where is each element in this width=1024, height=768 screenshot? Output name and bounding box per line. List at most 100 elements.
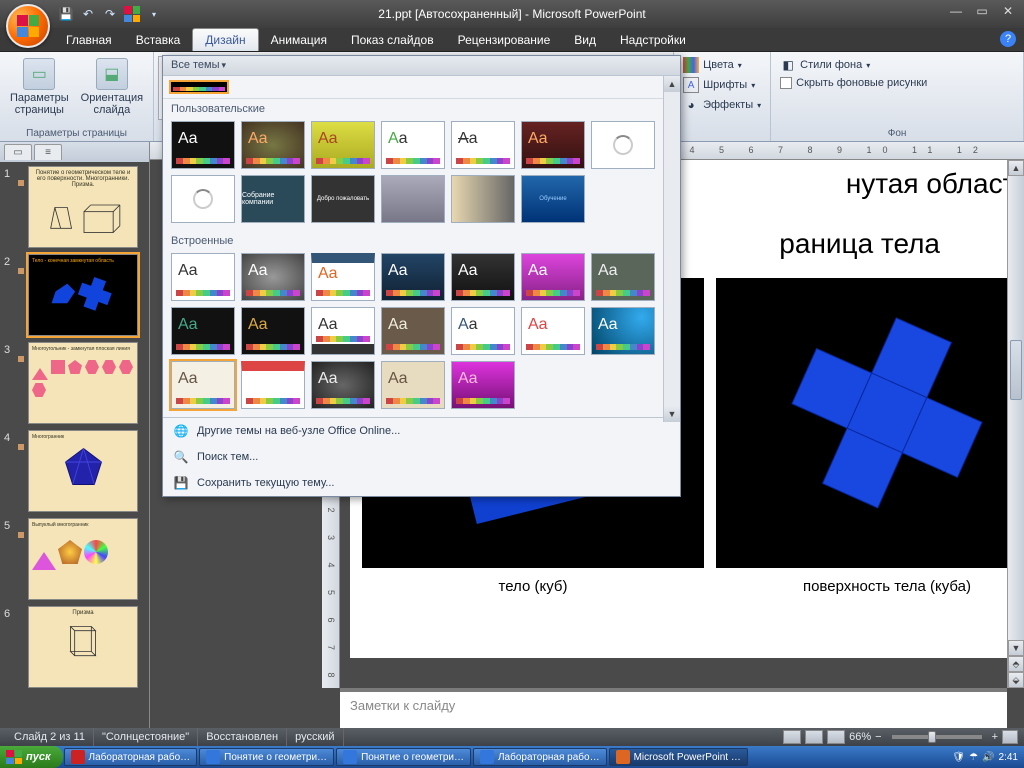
theme-bi-8[interactable]: Aa	[171, 307, 235, 355]
scroll-thumb[interactable]	[1010, 340, 1022, 400]
tab-slideshow[interactable]: Показ слайдов	[339, 29, 446, 51]
zoom-value[interactable]: 66%	[849, 731, 871, 743]
scroll-up-icon[interactable]: ▲	[1008, 160, 1024, 176]
orientation-button[interactable]: ⬓ Ориентация слайда	[77, 56, 147, 118]
qat-dropdown-icon[interactable]: ▾	[144, 4, 164, 24]
gallery-search-themes[interactable]: 🔍Поиск тем...	[163, 444, 680, 470]
theme-bi-12[interactable]: Aa	[451, 307, 515, 355]
background-styles-button[interactable]: ◧Стили фона▾	[777, 56, 1017, 74]
tab-view[interactable]: Вид	[562, 29, 608, 51]
slides-tab[interactable]: ▭	[4, 144, 32, 160]
tray-volume-icon[interactable]: 🔊	[982, 752, 994, 763]
sorter-view-icon[interactable]	[805, 730, 823, 744]
theme-bi-10[interactable]: Aa	[311, 307, 375, 355]
gallery-save-theme[interactable]: 💾Сохранить текущую тему...	[163, 470, 680, 496]
taskbar-item-1[interactable]: Лабораторная рабо…	[64, 748, 198, 766]
theme-bi-1[interactable]: Aa	[171, 253, 235, 301]
tab-home[interactable]: Главная	[54, 29, 124, 51]
hide-background-checkbox[interactable]: Скрыть фоновые рисунки	[777, 76, 1017, 90]
prev-slide-icon[interactable]: ⬘	[1008, 656, 1024, 672]
theme-custom-12[interactable]: Обучение	[521, 175, 585, 223]
tab-review[interactable]: Рецензирование	[446, 29, 563, 51]
slide-thumb-1[interactable]: Понятие о геометрическом теле и его пове…	[28, 166, 138, 248]
slide-thumb-2[interactable]: Тело - конечная замкнутая область	[28, 254, 138, 336]
taskbar-item-5[interactable]: Microsoft PowerPoint …	[609, 748, 748, 766]
gallery-header[interactable]: Все темы▾	[163, 56, 680, 76]
theme-bi-16[interactable]: Aa	[241, 361, 305, 409]
tray-time[interactable]: 2:41	[999, 752, 1018, 763]
theme-bi-6[interactable]: Aa	[521, 253, 585, 301]
colors-button[interactable]: Цвета▾	[680, 56, 764, 74]
theme-bi-19[interactable]: Aa	[451, 361, 515, 409]
theme-bi-4[interactable]: Aa	[381, 253, 445, 301]
minimize-icon[interactable]: —	[944, 2, 968, 20]
next-slide-icon[interactable]: ⬙	[1008, 672, 1024, 688]
theme-bi-18[interactable]: Aa	[381, 361, 445, 409]
tab-design[interactable]: Дизайн	[192, 28, 258, 51]
theme-custom-11[interactable]	[451, 175, 515, 223]
effects-button[interactable]: ◕Эффекты▾	[680, 96, 764, 114]
theme-custom-3[interactable]: Aa	[311, 121, 375, 169]
taskbar-item-4[interactable]: Лабораторная рабо…	[473, 748, 607, 766]
gallery-scroll-down-icon[interactable]: ▼	[664, 406, 680, 422]
theme-custom-10[interactable]	[381, 175, 445, 223]
theme-bi-13[interactable]: Aa	[521, 307, 585, 355]
notes-pane[interactable]: Заметки к слайду	[340, 688, 1007, 728]
theme-custom-2[interactable]: Aa	[241, 121, 305, 169]
theme-bi-2[interactable]: Aa	[241, 253, 305, 301]
theme-bi-15[interactable]: Aa	[171, 361, 235, 409]
slide-thumb-5[interactable]: Выпуклый многогранник	[28, 518, 138, 600]
slide-thumb-4[interactable]: Многогранник	[28, 430, 138, 512]
start-button[interactable]: пуск	[0, 746, 63, 768]
theme-custom-9[interactable]: Добро пожаловать	[311, 175, 375, 223]
theme-bi-9[interactable]: Aa	[241, 307, 305, 355]
theme-bi-3[interactable]: Aa	[311, 253, 375, 301]
zoom-slider[interactable]	[892, 735, 982, 739]
gallery-scroll-up-icon[interactable]: ▲	[664, 76, 680, 92]
status-theme[interactable]: "Солнцестояние"	[94, 728, 198, 746]
slide-thumb-3[interactable]: Многоугольник - замкнутая плоская линия	[28, 342, 138, 424]
zoom-out-icon[interactable]: −	[875, 731, 881, 743]
theme-bi-14[interactable]: Aa	[591, 307, 655, 355]
theme-custom-4[interactable]: Aa	[381, 121, 445, 169]
slideshow-view-icon[interactable]	[827, 730, 845, 744]
help-icon[interactable]: ?	[1000, 31, 1016, 47]
page-setup-button[interactable]: ▭ Параметры страницы	[6, 56, 73, 118]
gallery-more-online[interactable]: 🌐Другие темы на веб-узле Office Online..…	[163, 418, 680, 444]
fonts-button[interactable]: AШрифты▾	[680, 76, 764, 94]
tray-umbrella-icon[interactable]: ☂	[969, 752, 978, 763]
theme-bi-5[interactable]: Aa	[451, 253, 515, 301]
taskbar-item-2[interactable]: Понятие о геометри…	[199, 748, 334, 766]
save-icon[interactable]: 💾	[56, 4, 76, 24]
theme-custom-8[interactable]: Собрание компании	[241, 175, 305, 223]
tab-animation[interactable]: Анимация	[259, 29, 339, 51]
fit-window-icon[interactable]	[1002, 730, 1018, 744]
theme-bi-11[interactable]: Aa	[381, 307, 445, 355]
gallery-scrollbar[interactable]: ▲ ▼	[663, 76, 680, 422]
system-tray[interactable]: 🛡 ☂ 🔊 2:41	[946, 752, 1024, 763]
scroll-down-icon[interactable]: ▼	[1008, 640, 1024, 656]
office-button[interactable]	[6, 4, 50, 48]
slide-thumb-6[interactable]: Призма	[28, 606, 138, 688]
theme-bi-17[interactable]: Aa	[311, 361, 375, 409]
vertical-scrollbar[interactable]: ▲ ▼ ⬘ ⬙	[1007, 160, 1024, 688]
status-lang[interactable]: русский	[287, 728, 343, 746]
undo-icon[interactable]: ↶	[78, 4, 98, 24]
status-slide[interactable]: Слайд 2 из 11	[6, 728, 94, 746]
maximize-icon[interactable]: ▭	[970, 2, 994, 20]
taskbar-item-3[interactable]: Понятие о геометри…	[336, 748, 471, 766]
tray-shield-icon[interactable]: 🛡	[952, 752, 965, 763]
theme-custom-5[interactable]: Aa	[451, 121, 515, 169]
close-icon[interactable]: ✕	[996, 2, 1020, 20]
qat-theme-icon[interactable]	[122, 4, 142, 24]
theme-bi-7[interactable]: Aa	[591, 253, 655, 301]
theme-custom-6[interactable]: Aa	[521, 121, 585, 169]
tab-addins[interactable]: Надстройки	[608, 29, 698, 51]
theme-custom-1[interactable]: Aa	[171, 121, 235, 169]
outline-tab[interactable]: ≡	[34, 144, 62, 160]
tab-insert[interactable]: Вставка	[124, 29, 193, 51]
redo-icon[interactable]: ↷	[100, 4, 120, 24]
zoom-in-icon[interactable]: +	[992, 731, 998, 743]
current-theme-thumb[interactable]	[169, 80, 229, 94]
normal-view-icon[interactable]	[783, 730, 801, 744]
